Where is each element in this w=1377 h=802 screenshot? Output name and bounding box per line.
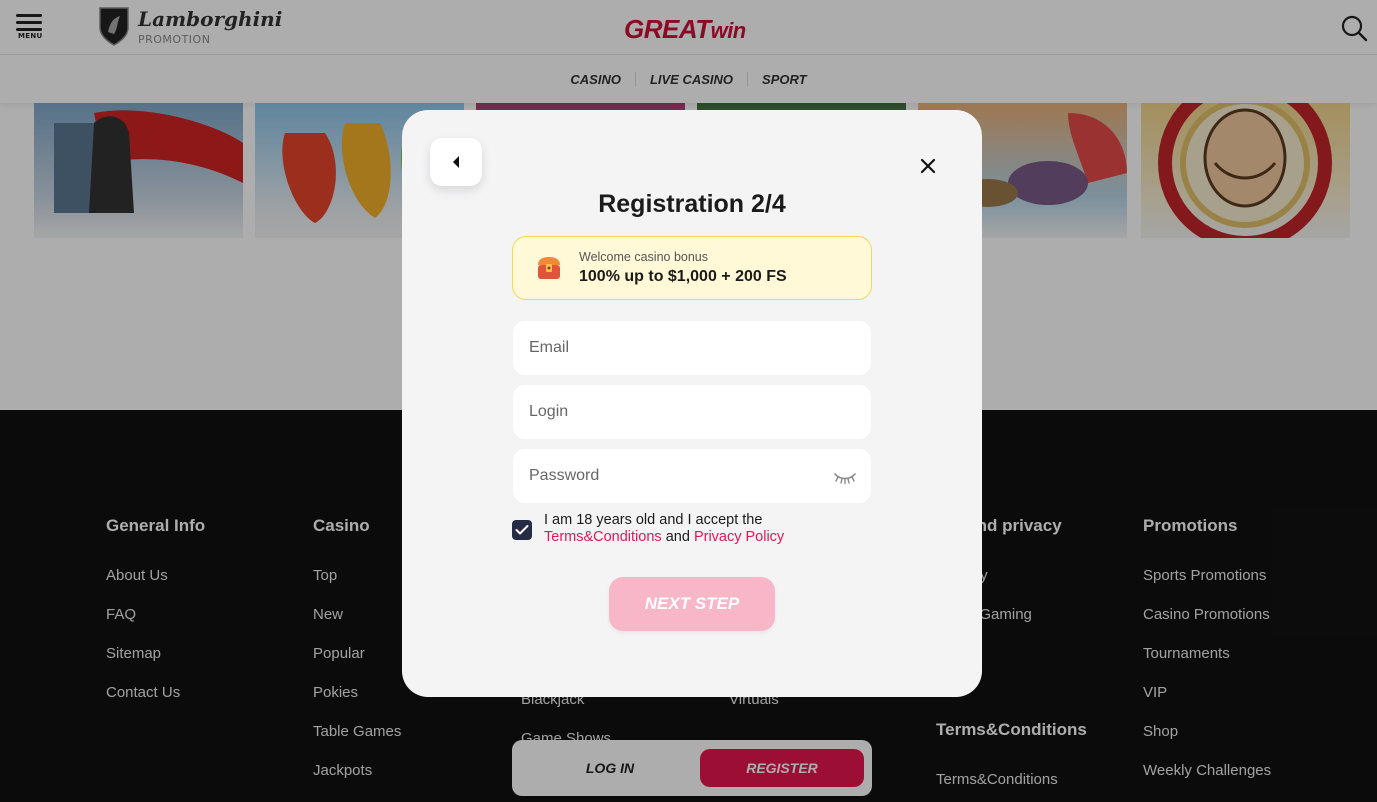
welcome-bonus-banner[interactable]: Welcome casino bonus 100% up to $1,000 +… [512,236,872,300]
eye-closed-icon[interactable] [833,467,857,485]
consent-text: I am 18 years old and I accept the Terms… [544,512,784,546]
email-field[interactable] [513,321,871,375]
close-button[interactable] [916,154,940,178]
terms-link[interactable]: Terms&Conditions [544,529,662,545]
password-field-wrapper [513,449,871,503]
email-field-wrapper [513,321,871,375]
login-field-wrapper [513,385,871,439]
back-arrow-icon [453,156,459,168]
next-step-button[interactable]: NEXT STEP [609,577,775,631]
bonus-amount: 100% up to $1,000 + 200 FS [579,268,787,285]
check-icon [515,525,529,535]
close-icon [920,158,936,174]
consent-label: I am 18 years old and I accept the [544,512,763,528]
terms-checkbox[interactable] [512,520,532,540]
login-field[interactable] [513,385,871,439]
gift-chest-icon [538,257,560,279]
back-button[interactable] [430,138,482,186]
consent-and: and [665,529,690,545]
password-field[interactable] [513,449,871,503]
bonus-caption: Welcome casino bonus [579,250,709,264]
privacy-link[interactable]: Privacy Policy [694,529,784,545]
terms-consent: I am 18 years old and I accept the Terms… [512,512,872,546]
modal-title: Registration 2/4 [598,190,786,218]
registration-modal: Registration 2/4 Welcome casino bonus 10… [402,110,982,697]
